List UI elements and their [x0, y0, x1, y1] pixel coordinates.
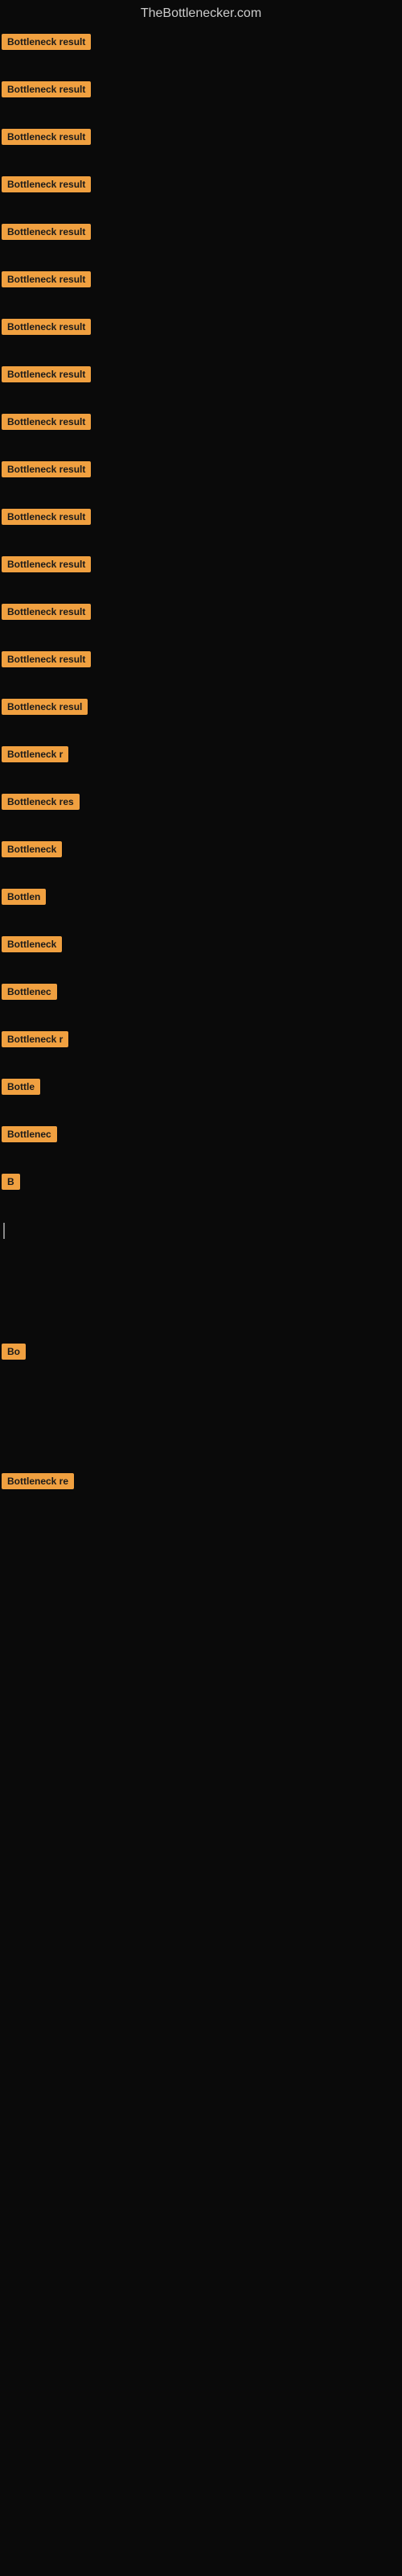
bottleneck-badge[interactable]: B	[2, 1174, 20, 1190]
list-item: Bottleneck result	[0, 363, 402, 411]
bottleneck-badge[interactable]: Bottleneck result	[2, 366, 91, 382]
bottleneck-badge[interactable]: Bottleneck result	[2, 461, 91, 477]
bottleneck-badge[interactable]: Bottleneck	[2, 936, 62, 952]
list-item: Bottleneck r	[0, 743, 402, 791]
bottleneck-badge[interactable]: Bottleneck result	[2, 34, 91, 50]
bottleneck-badge[interactable]: Bottlenec	[2, 984, 57, 1000]
list-item: Bottleneck result	[0, 411, 402, 458]
list-item	[0, 1415, 402, 1443]
site-header: TheBottlenecker.com	[0, 0, 402, 31]
bottleneck-badge[interactable]: Bottleneck res	[2, 794, 80, 810]
bottleneck-badge[interactable]: Bo	[2, 1344, 26, 1360]
list-item: B	[0, 1170, 402, 1218]
list-item: Bottleneck result	[0, 553, 402, 601]
list-item: Bottlen	[0, 886, 402, 933]
bottleneck-badge[interactable]: Bottleneck result	[2, 509, 91, 525]
bottleneck-badge[interactable]: Bottleneck re	[2, 1473, 74, 1489]
list-item: Bottleneck result	[0, 268, 402, 316]
bottleneck-badge[interactable]: Bottle	[2, 1079, 40, 1095]
bottleneck-badge[interactable]: Bottleneck result	[2, 271, 91, 287]
list-item: Bottleneck result	[0, 78, 402, 126]
list-item: Bottlenec	[0, 1123, 402, 1170]
list-item: Bottleneck	[0, 838, 402, 886]
list-item: Bottleneck res	[0, 791, 402, 838]
list-item	[0, 1388, 402, 1415]
bottleneck-badge[interactable]: Bottleneck r	[2, 746, 68, 762]
list-item	[0, 1286, 402, 1313]
list-item: Bottleneck result	[0, 173, 402, 221]
list-item	[0, 1572, 402, 1600]
bottleneck-badge[interactable]: Bottleneck	[2, 841, 62, 857]
bottleneck-badge[interactable]: Bottleneck result	[2, 81, 91, 97]
list-item	[0, 1517, 402, 1545]
list-item	[0, 1545, 402, 1572]
list-item	[0, 1218, 402, 1286]
list-item: Bottleneck result	[0, 31, 402, 78]
list-item: Bottleneck resul	[0, 696, 402, 743]
cursor-indicator	[3, 1223, 5, 1239]
bottleneck-badge[interactable]: Bottleneck result	[2, 414, 91, 430]
list-item: Bottle	[0, 1075, 402, 1123]
bottleneck-badge[interactable]: Bottleneck result	[2, 319, 91, 335]
list-item: Bottleneck	[0, 933, 402, 980]
bottleneck-badge[interactable]: Bottleneck result	[2, 129, 91, 145]
list-item: Bottleneck r	[0, 1028, 402, 1075]
bottleneck-badge[interactable]: Bottleneck result	[2, 176, 91, 192]
bottleneck-badge[interactable]: Bottleneck result	[2, 556, 91, 572]
bottleneck-badge[interactable]: Bottleneck resul	[2, 699, 88, 715]
list-item: Bottleneck result	[0, 601, 402, 648]
list-item: Bottleneck result	[0, 221, 402, 268]
site-title: TheBottlenecker.com	[0, 0, 402, 31]
list-item: Bottlenec	[0, 980, 402, 1028]
list-item: Bottleneck result	[0, 506, 402, 553]
list-item: Bottleneck result	[0, 126, 402, 173]
bottleneck-badge[interactable]: Bottlen	[2, 889, 46, 905]
bottleneck-badge[interactable]: Bottleneck result	[2, 224, 91, 240]
bottleneck-badge[interactable]: Bottleneck result	[2, 651, 91, 667]
list-item: Bottleneck re	[0, 1470, 402, 1517]
list-item: Bottleneck result	[0, 458, 402, 506]
list-item: Bottleneck result	[0, 648, 402, 696]
list-item: Bottleneck result	[0, 316, 402, 363]
list-item	[0, 1313, 402, 1340]
list-item: Bo	[0, 1340, 402, 1388]
bottleneck-badge[interactable]: Bottlenec	[2, 1126, 57, 1142]
bottleneck-badge[interactable]: Bottleneck result	[2, 604, 91, 620]
list-item	[0, 1443, 402, 1470]
bottleneck-badge[interactable]: Bottleneck r	[2, 1031, 68, 1047]
bottleneck-list: Bottleneck result Bottleneck result Bottle…	[0, 31, 402, 1600]
